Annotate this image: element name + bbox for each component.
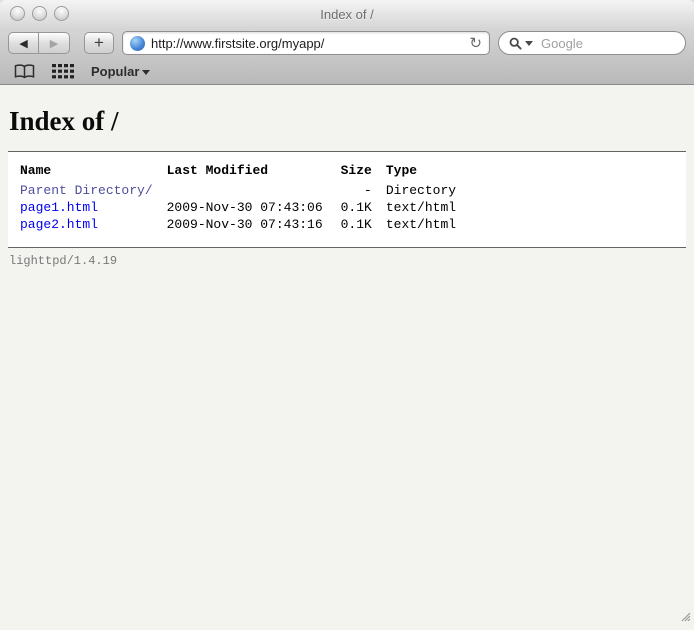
search-placeholder: Google [541,36,583,51]
page-title: Index of / [9,106,686,137]
column-header-last-modified: Last Modified [167,162,341,182]
cell-last-modified: 2009-Nov-30 07:43:06 [167,199,341,216]
forward-button[interactable]: ▶ [39,32,70,54]
table-row: Parent Directory/ - Directory [20,182,470,199]
browser-window: Index of / ◀ ▶ + http://www.firstsite.or… [0,0,694,630]
chevron-down-icon [142,70,150,75]
bookmark-item-popular[interactable]: Popular [91,64,150,79]
new-tab-button[interactable]: + [84,32,114,54]
cell-type: text/html [386,216,470,233]
page1-link[interactable]: page1.html [20,200,98,215]
zoom-button[interactable] [54,6,69,21]
bookmark-popular-label: Popular [91,64,139,79]
search-icon [509,37,522,50]
cell-type: text/html [386,199,470,216]
bookmarks-grid-icon[interactable] [52,64,74,79]
table-row: page2.html 2009-Nov-30 07:43:16 0.1K tex… [20,216,470,233]
window-title: Index of / [320,7,373,22]
back-button[interactable]: ◀ [8,32,39,54]
page-content: Index of / Name Last Modified Size Type … [0,85,694,630]
bookmarks-book-icon[interactable] [14,64,35,79]
cell-type: Directory [386,182,470,199]
address-bar[interactable]: http://www.firstsite.org/myapp/ ↻ [122,31,490,55]
column-header-name: Name [20,162,167,182]
cell-last-modified [167,182,341,199]
column-header-size: Size [341,162,386,182]
cell-size: 0.1K [341,199,386,216]
search-input[interactable]: Google [498,31,686,55]
cell-size: - [341,182,386,199]
table-header-row: Name Last Modified Size Type [20,162,470,182]
directory-table: Name Last Modified Size Type Parent Dire… [20,162,470,233]
minimize-button[interactable] [32,6,47,21]
directory-list: Name Last Modified Size Type Parent Dire… [8,151,686,248]
parent-directory-link[interactable]: Parent Directory/ [20,183,153,198]
back-icon: ◀ [19,37,27,50]
resize-grip[interactable] [677,608,691,627]
reload-icon[interactable]: ↻ [469,36,482,51]
forward-icon: ▶ [50,37,58,50]
traffic-lights [10,6,69,21]
title-bar: Index of / [0,0,694,28]
search-options-caret-icon[interactable] [525,41,533,46]
plus-icon: + [94,33,104,53]
cell-last-modified: 2009-Nov-30 07:43:16 [167,216,341,233]
globe-icon [130,36,145,51]
page2-link[interactable]: page2.html [20,217,98,232]
nav-button-group: ◀ ▶ [8,32,70,54]
bookmarks-bar: Popular [0,58,694,85]
table-row: page1.html 2009-Nov-30 07:43:06 0.1K tex… [20,199,470,216]
server-version-text: lighttpd/1.4.19 [8,248,686,268]
close-button[interactable] [10,6,25,21]
url-text[interactable]: http://www.firstsite.org/myapp/ [151,36,463,51]
cell-size: 0.1K [341,216,386,233]
column-header-type: Type [386,162,470,182]
toolbar: ◀ ▶ + http://www.firstsite.org/myapp/ ↻ … [0,28,694,58]
